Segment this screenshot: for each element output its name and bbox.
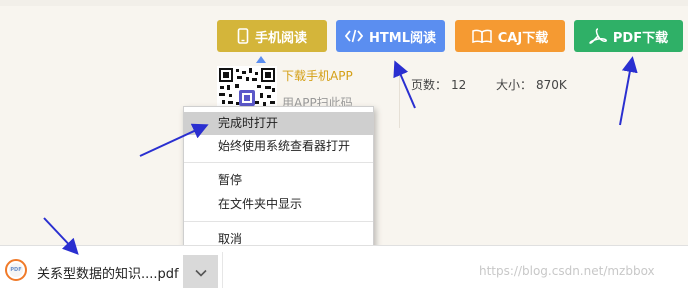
code-icon bbox=[345, 29, 364, 43]
caj-download-button[interactable]: CAJ下载 bbox=[455, 20, 565, 52]
download-app-link[interactable]: 下载手机APP bbox=[282, 67, 353, 84]
menu-separator bbox=[184, 221, 373, 222]
chevron-down-icon bbox=[194, 262, 207, 281]
document-meta: 页数： 12 大小： 870K bbox=[411, 76, 571, 93]
watermark: https://blog.csdn.net/mzbbox bbox=[479, 264, 655, 278]
pdf-file-icon-label: PDF bbox=[9, 263, 23, 277]
pages-label: 页数： bbox=[411, 78, 448, 92]
acrobat-icon bbox=[589, 28, 607, 44]
download-context-menu: 完成时打开 始终使用系统查看器打开 暂停 在文件夹中显示 取消 bbox=[183, 106, 374, 254]
top-strip bbox=[0, 0, 688, 6]
qr-code bbox=[217, 66, 277, 106]
pages-value: 12 bbox=[451, 78, 467, 92]
mobile-read-button[interactable]: 手机阅读 bbox=[217, 20, 327, 52]
menu-separator bbox=[184, 162, 373, 163]
size-label: 大小： bbox=[495, 78, 532, 92]
caj-download-label: CAJ下载 bbox=[497, 30, 549, 46]
menu-item-pause[interactable]: 暂停 bbox=[184, 169, 373, 192]
phone-icon bbox=[237, 28, 249, 44]
download-bar-divider bbox=[222, 252, 223, 288]
mobile-read-label: 手机阅读 bbox=[254, 30, 307, 46]
html-read-label: HTML阅读 bbox=[369, 30, 436, 46]
book-icon bbox=[472, 29, 492, 43]
html-read-button[interactable]: HTML阅读 bbox=[336, 20, 445, 52]
pdf-download-label: PDF下载 bbox=[612, 30, 669, 46]
mobile-read-pointer bbox=[256, 56, 266, 63]
menu-item-open-when-done[interactable]: 完成时打开 bbox=[184, 112, 373, 135]
size-value: 870K bbox=[535, 78, 567, 92]
download-menu-toggle[interactable] bbox=[183, 255, 218, 288]
pdf-download-button[interactable]: PDF下载 bbox=[574, 20, 683, 52]
menu-item-show-in-folder[interactable]: 在文件夹中显示 bbox=[184, 193, 373, 216]
pdf-file-icon: PDF bbox=[5, 259, 27, 281]
download-file-name[interactable]: 关系型数据的知识....pdf bbox=[37, 263, 179, 282]
menu-item-always-open-system-viewer[interactable]: 始终使用系统查看器打开 bbox=[184, 135, 373, 158]
divider bbox=[399, 70, 400, 128]
